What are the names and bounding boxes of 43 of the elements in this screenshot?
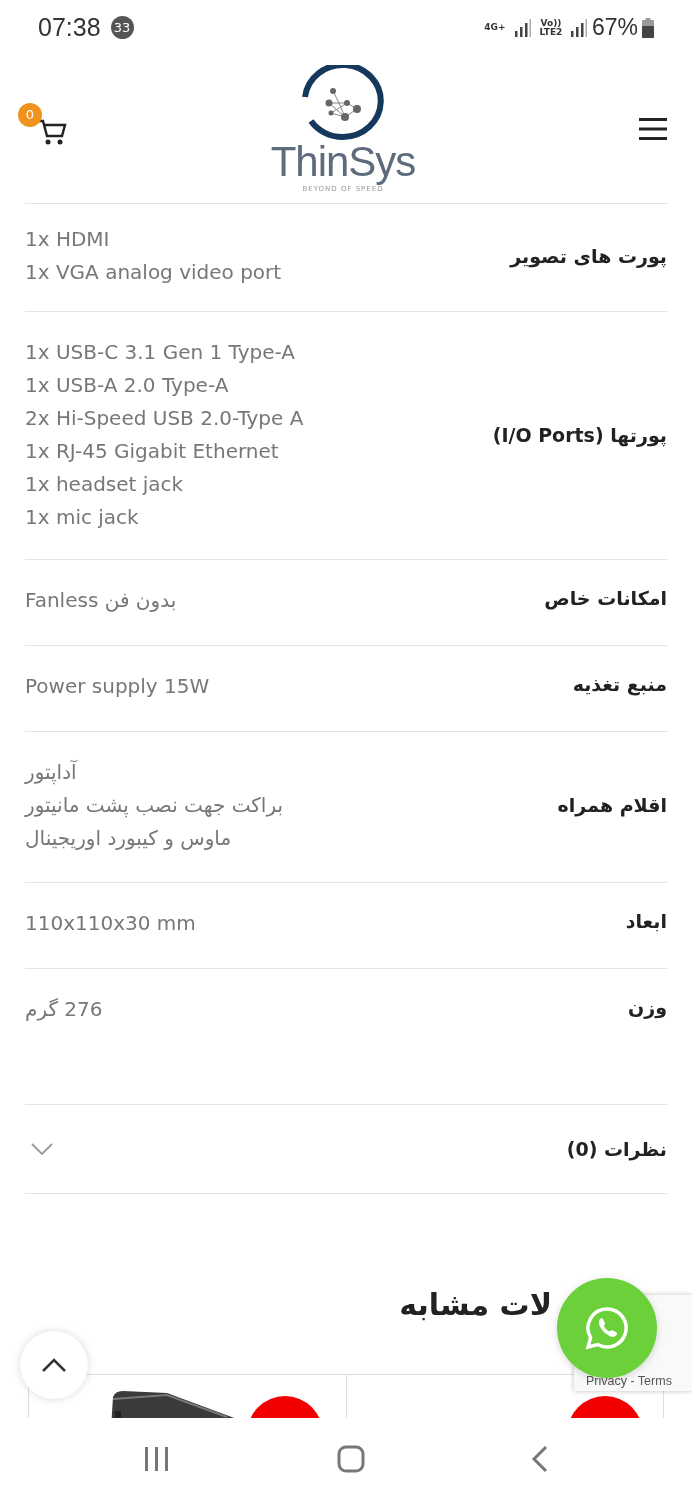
spec-value: 1x USB-C 3.1 Gen 1 Type-A [25, 339, 296, 366]
chevron-down-icon[interactable] [31, 1143, 53, 1155]
status-time: 07:38 [38, 11, 101, 43]
spec-label: وزن [628, 995, 667, 1021]
spec-value: 2x Hi-Speed USB 2.0-Type A [25, 405, 304, 432]
spec-value: 1x VGA analog video port [25, 259, 282, 286]
spec-label: امکانات خاص [544, 586, 667, 612]
spec-value: 1x USB-A 2.0 Type-A [25, 372, 230, 399]
spec-label: پورت های تصویر [510, 243, 667, 270]
spec-value: ماوس و کیبورد اوریجینال [25, 825, 233, 852]
spec-label: اقلام همراه [557, 793, 667, 819]
signal-icon [513, 17, 532, 38]
battery-icon [642, 17, 654, 38]
network-label: Vo)) LTE2 [538, 18, 564, 37]
signal-icon [569, 17, 588, 38]
spec-value: آداپتور [25, 759, 79, 787]
network-label: 4G+ [483, 23, 507, 32]
spec-value: Power supply 15W [25, 673, 210, 700]
spec-value: 1x RJ-45 Gigabit Ethernet [25, 438, 280, 465]
notification-count: 33 [110, 16, 134, 39]
back-icon[interactable] [531, 1445, 549, 1473]
spec-label: منبع تغذیه [572, 672, 667, 698]
spec-value: 1x headset jack [25, 471, 185, 498]
spec-value: 110x110x30 mm [25, 910, 196, 937]
menu-icon[interactable] [639, 117, 667, 141]
recaptcha-links[interactable]: Privacy - Terms [586, 1372, 672, 1391]
chevron-up-icon [41, 1357, 67, 1373]
home-icon[interactable] [337, 1445, 365, 1473]
logo-text: ThinSys [270, 141, 416, 183]
spec-label: پورتها (I/O Ports) [492, 422, 667, 449]
logo-icon [299, 65, 387, 141]
recent-apps-icon[interactable] [143, 1446, 171, 1472]
spec-value: 1x mic jack [25, 504, 140, 531]
accordion-header[interactable]: نظرات (0) [566, 1134, 667, 1164]
cart-count: 0 [18, 103, 42, 127]
spec-value: براکت جهت نصب پشت مانیتور [25, 792, 283, 820]
spec-label: ابعاد [625, 909, 667, 934]
spec-value: 1x HDMI [25, 226, 111, 253]
spec-value: 276 گرم [25, 996, 103, 1023]
section-title: لات مشابه [398, 1286, 553, 1324]
battery-percent: 67% [591, 13, 638, 43]
spec-value: بدون فن Fanless [25, 587, 177, 614]
chat-icon [585, 1306, 629, 1350]
